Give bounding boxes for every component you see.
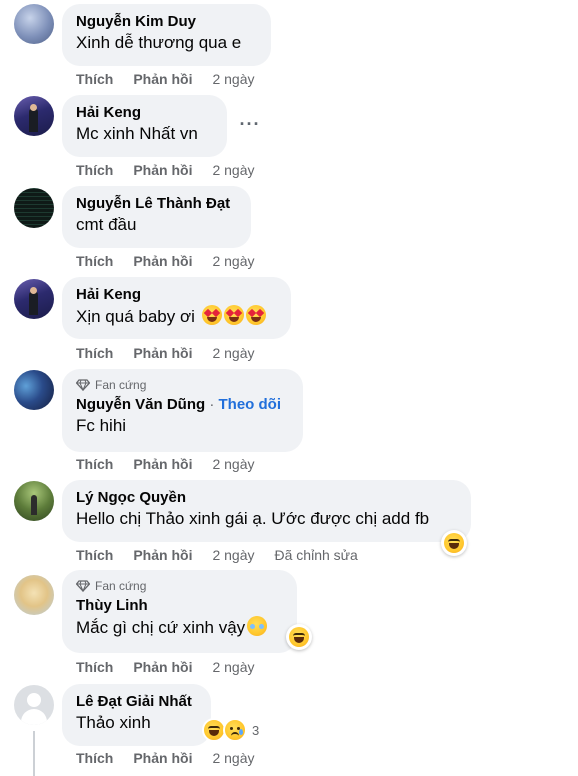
heart-eyes-emoji-icon: [201, 305, 222, 325]
reply-thread-line: [33, 731, 35, 776]
reply-button[interactable]: Phản hồi: [133, 546, 192, 564]
comment-bubble: Nguyễn Kim Duy Xinh dễ thương qua e: [62, 4, 271, 66]
comment-actions: Thích Phản hồi 2 ngày: [76, 70, 255, 88]
edited-label[interactable]: Đã chỉnh sửa: [275, 546, 358, 564]
author-name[interactable]: Hải Keng: [76, 103, 215, 123]
comment-text: Mc xinh Nhất vn: [76, 124, 198, 143]
like-button[interactable]: Thích: [76, 546, 113, 564]
author-name[interactable]: Nguyễn Lê Thành Đạt: [76, 194, 239, 214]
like-button[interactable]: Thích: [76, 455, 113, 473]
avatar[interactable]: [14, 481, 54, 521]
reply-button[interactable]: Phản hồi: [133, 658, 192, 676]
comment-text: Fc hihi: [76, 416, 127, 435]
reply-button[interactable]: Phản hồi: [133, 70, 192, 88]
diamond-icon: [76, 379, 90, 391]
reply-button[interactable]: Phản hồi: [133, 749, 192, 767]
teary-emoji-icon: [247, 616, 268, 636]
comment-actions: Thích Phản hồi 2 ngày: [76, 749, 255, 767]
comment-actions: Thích Phản hồi 2 ngày Đã chỉnh sửa: [76, 546, 358, 564]
comment-bubble: Lý Ngọc Quyền Hello chị Thảo xinh gái ạ.…: [62, 480, 471, 542]
fan-badge[interactable]: Fan cứng: [76, 377, 291, 393]
timestamp[interactable]: 2 ngày: [212, 252, 254, 270]
avatar[interactable]: [14, 370, 54, 410]
like-button[interactable]: Thích: [76, 749, 113, 767]
comment-text: Hello chị Thảo xinh gái ạ. Ước được chị …: [76, 509, 430, 528]
avatar[interactable]: [14, 188, 54, 228]
author-name[interactable]: Nguyễn Văn Dũng: [76, 396, 205, 413]
laugh-reaction-icon: [444, 533, 464, 553]
more-options-icon[interactable]: ···: [236, 115, 264, 137]
comment-text: cmt đầu: [76, 215, 137, 234]
avatar[interactable]: [14, 4, 54, 44]
author-line: Nguyễn Văn Dũng · Theo dõi: [76, 395, 291, 415]
fan-badge[interactable]: Fan cứng: [76, 578, 285, 594]
like-button[interactable]: Thích: [76, 70, 113, 88]
timestamp[interactable]: 2 ngày: [212, 749, 254, 767]
comment-text: Xịn quá baby ơi: [76, 305, 279, 328]
like-button[interactable]: Thích: [76, 344, 113, 362]
timestamp[interactable]: 2 ngày: [212, 455, 254, 473]
avatar[interactable]: [14, 96, 54, 136]
reply-button[interactable]: Phản hồi: [133, 344, 192, 362]
author-name[interactable]: Nguyễn Kim Duy: [76, 12, 259, 32]
timestamp[interactable]: 2 ngày: [212, 546, 254, 564]
reply-button[interactable]: Phản hồi: [133, 161, 192, 179]
comment-bubble: Fan cứng Thùy Linh Mắc gì chị cứ xinh vậ…: [62, 570, 297, 653]
comment-bubble: Hải Keng Mc xinh Nhất vn: [62, 95, 227, 157]
heart-eyes-emoji-icon: [245, 305, 266, 325]
follow-link[interactable]: Theo dõi: [219, 396, 282, 413]
badge-label: Fan cứng: [95, 378, 147, 392]
comment-actions: Thích Phản hồi 2 ngày: [76, 344, 255, 362]
avatar[interactable]: [14, 279, 54, 319]
comment-actions: Thích Phản hồi 2 ngày: [76, 455, 255, 473]
timestamp[interactable]: 2 ngày: [212, 70, 254, 88]
reaction-count: 3: [252, 722, 260, 738]
reply-button[interactable]: Phản hồi: [133, 455, 192, 473]
timestamp[interactable]: 2 ngày: [212, 658, 254, 676]
comment-text: Xinh dễ thương qua e: [76, 33, 242, 52]
comment-bubble: Fan cứng Nguyễn Văn Dũng · Theo dõi Fc h…: [62, 369, 303, 452]
default-avatar[interactable]: [14, 685, 54, 725]
comment-bubble: Hải Keng Xịn quá baby ơi: [62, 277, 291, 339]
separator-dot: ·: [209, 396, 215, 413]
laugh-reaction-icon: [289, 627, 309, 647]
like-button[interactable]: Thích: [76, 658, 113, 676]
comment-bubble: Lê Đạt Giải Nhất Thảo xinh: [62, 684, 211, 746]
diamond-icon: [76, 580, 90, 592]
author-name[interactable]: Lê Đạt Giải Nhất: [76, 692, 199, 712]
sad-reaction-icon: [223, 718, 247, 742]
comment-bubble: Nguyễn Lê Thành Đạt cmt đầu: [62, 186, 251, 248]
author-name[interactable]: Hải Keng: [76, 285, 279, 305]
reaction-badge[interactable]: [441, 530, 467, 556]
avatar[interactable]: [14, 575, 54, 615]
comment-text: Thảo xinh: [76, 713, 151, 732]
reaction-summary[interactable]: 3: [202, 718, 259, 742]
timestamp[interactable]: 2 ngày: [212, 161, 254, 179]
heart-eyes-emoji-icon: [223, 305, 244, 325]
author-name[interactable]: Lý Ngọc Quyền: [76, 488, 459, 508]
comment-actions: Thích Phản hồi 2 ngày: [76, 252, 255, 270]
comment-text-content: Xịn quá baby ơi: [76, 307, 195, 326]
reply-button[interactable]: Phản hồi: [133, 252, 192, 270]
author-name[interactable]: Thùy Linh: [76, 596, 285, 616]
reaction-badge[interactable]: [286, 624, 312, 650]
timestamp[interactable]: 2 ngày: [212, 344, 254, 362]
like-button[interactable]: Thích: [76, 252, 113, 270]
comment-text-content: Mắc gì chị cứ xinh vậy: [76, 618, 246, 637]
comment-text: Mắc gì chị cứ xinh vậy: [76, 616, 285, 639]
comment-actions: Thích Phản hồi 2 ngày: [76, 161, 255, 179]
like-button[interactable]: Thích: [76, 161, 113, 179]
badge-label: Fan cứng: [95, 579, 147, 593]
comment-actions: Thích Phản hồi 2 ngày: [76, 658, 255, 676]
